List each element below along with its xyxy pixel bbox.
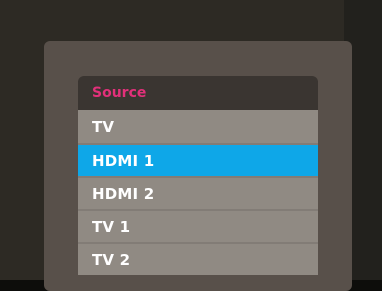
source-menu-header: Source [78,76,318,110]
source-option-hdmi-1[interactable]: HDMI 1 [78,143,318,176]
source-option-label: TV 1 [92,217,131,236]
source-option-tv-1[interactable]: TV 1 [78,209,318,242]
source-option-tv[interactable]: TV [78,110,318,143]
source-menu: Source TV HDMI 1 HDMI 2 TV 1 TV 2 [78,76,318,275]
source-menu-title: Source [92,85,147,101]
source-option-label: TV [92,117,115,136]
source-option-label: HDMI 1 [92,151,155,170]
source-option-label: TV 2 [92,250,131,269]
source-option-label: HDMI 2 [92,184,155,203]
source-option-hdmi-2[interactable]: HDMI 2 [78,176,318,209]
source-option-tv-2[interactable]: TV 2 [78,242,318,275]
